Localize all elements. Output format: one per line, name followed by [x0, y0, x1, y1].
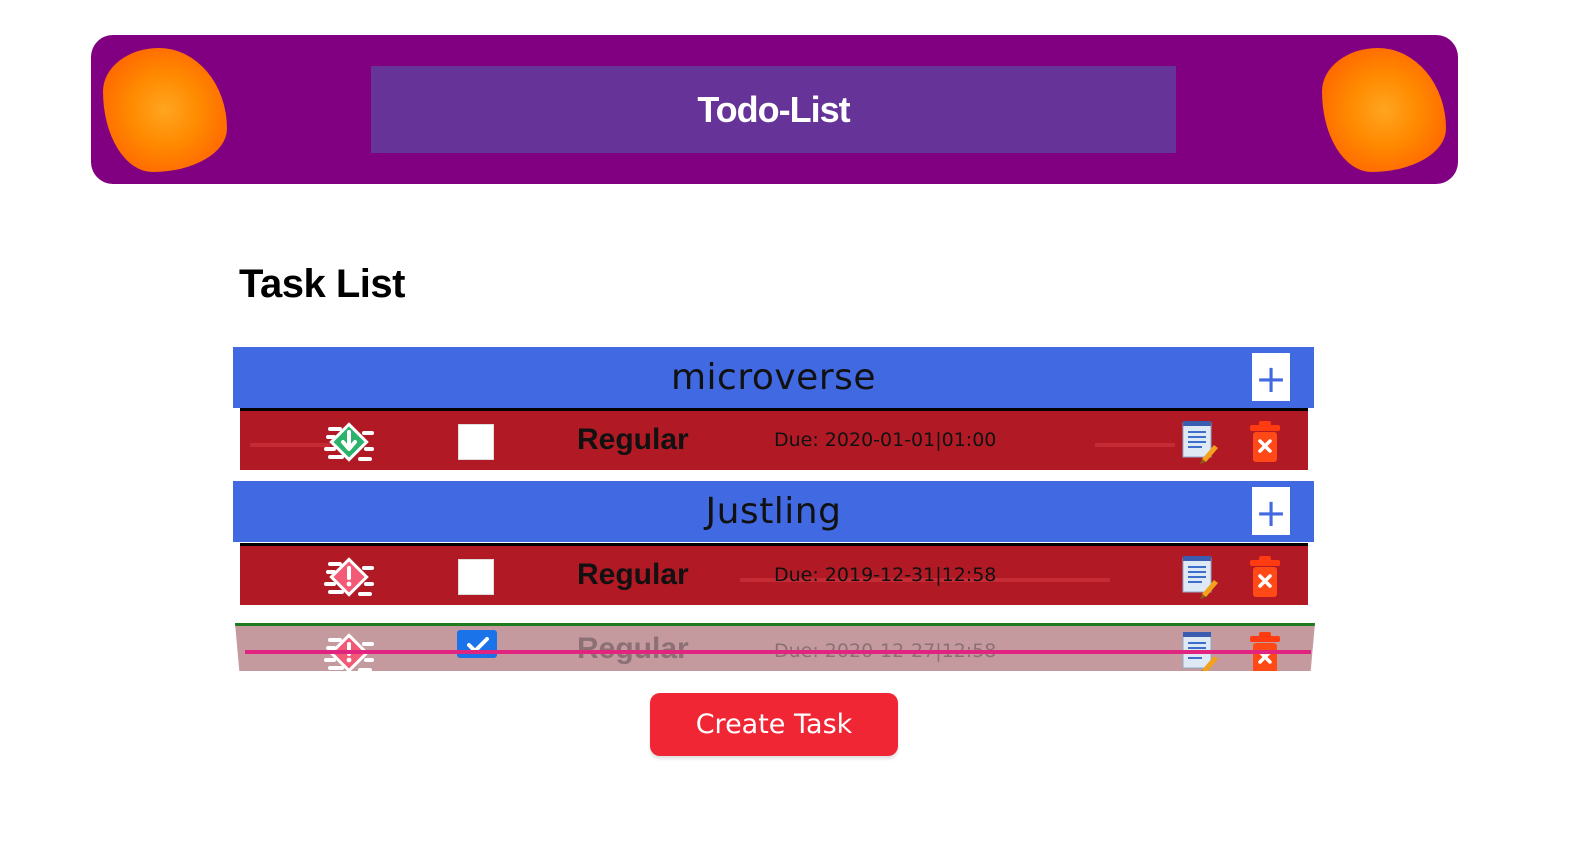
strikethrough-line	[245, 650, 1311, 654]
high-priority-icon	[324, 557, 374, 597]
edit-icon[interactable]	[1180, 419, 1220, 465]
task-due-date: Due: 2019-12-31|12:58	[774, 564, 997, 586]
app-title-box: Todo-List	[371, 66, 1176, 153]
completed-task-row: Regular Due: 2020-12-27|12:58	[235, 623, 1315, 671]
row-decoration	[1095, 443, 1175, 447]
task-row: Regular Due: 2020-01-01|01:00	[240, 408, 1308, 470]
project-header: microverse +	[233, 347, 1314, 408]
trash-icon[interactable]	[1248, 419, 1282, 465]
project-header: Justling +	[233, 481, 1314, 542]
app-title: Todo-List	[697, 88, 850, 130]
trash-icon[interactable]	[1248, 554, 1282, 600]
low-priority-icon	[324, 422, 374, 462]
task-checkbox[interactable]	[458, 424, 494, 460]
task-title: Regular	[577, 558, 689, 591]
project-name: Justling	[705, 491, 842, 532]
decorative-blob-left	[103, 48, 227, 172]
add-task-button[interactable]: +	[1252, 487, 1290, 535]
task-checkbox[interactable]	[458, 559, 494, 595]
add-task-button[interactable]: +	[1252, 353, 1290, 401]
task-row: Regular Due: 2019-12-31|12:58	[240, 543, 1308, 605]
section-title: Task List	[239, 262, 405, 306]
task-due-date: Due: 2020-01-01|01:00	[774, 429, 997, 451]
edit-icon[interactable]	[1180, 554, 1220, 600]
project-name: microverse	[670, 357, 877, 398]
decorative-blob-right	[1322, 48, 1446, 172]
create-task-button[interactable]: Create Task	[650, 693, 898, 756]
task-title: Regular	[577, 423, 689, 456]
checkmark-icon	[467, 637, 489, 653]
row-decoration	[250, 443, 330, 447]
task-title: Regular	[577, 632, 689, 665]
app-header: Todo-List	[91, 35, 1458, 184]
